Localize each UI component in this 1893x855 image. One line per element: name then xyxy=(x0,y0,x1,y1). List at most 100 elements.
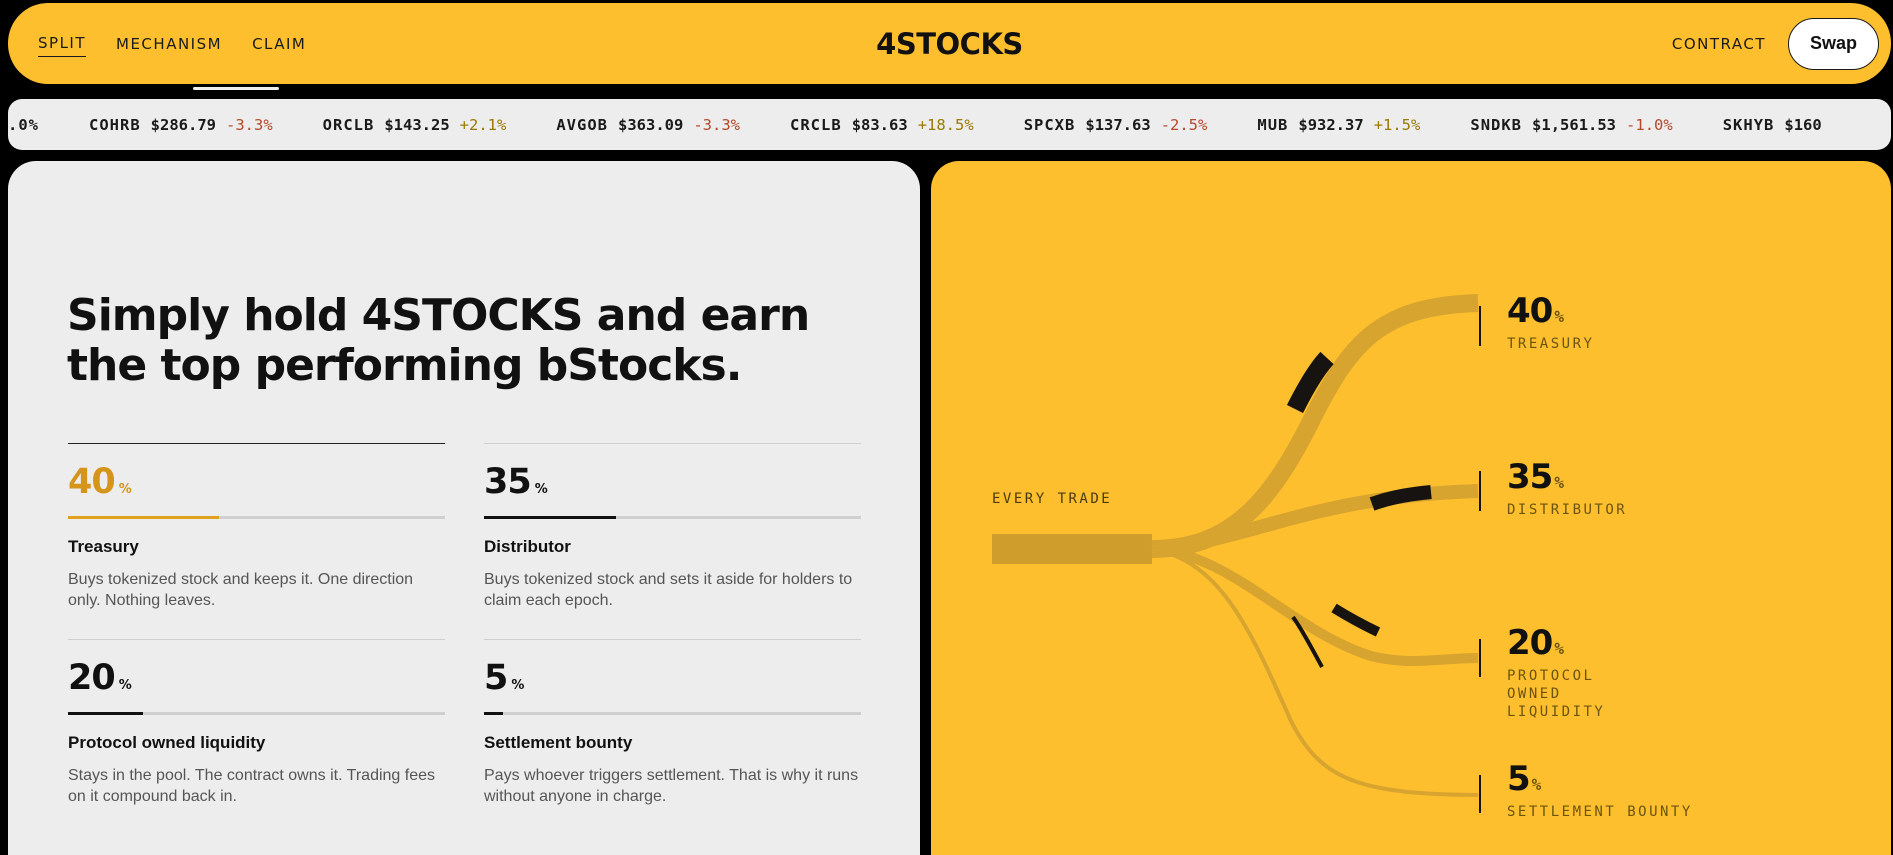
headline-line-2: the top performing bStocks. xyxy=(67,340,742,391)
share-bar-fill xyxy=(68,712,144,715)
share-bar xyxy=(68,516,445,519)
target-settlement-bounty: 5 % SETTLEMENT BOUNTY xyxy=(1507,759,1747,821)
stat-description: Buys tokenized stock and keeps it. One d… xyxy=(68,571,414,609)
ticker-price: $83.63 xyxy=(851,115,908,134)
target-value-row: 40 % xyxy=(1507,291,1747,331)
stat-description: Buys tokenized stock and sets it aside f… xyxy=(484,571,853,609)
stat-title: Distributor xyxy=(484,537,571,556)
share-bar xyxy=(68,712,445,715)
stat-unit: % xyxy=(534,482,548,497)
ticker-item[interactable]: CRCLB $83.63 +18.5% xyxy=(790,116,974,134)
ticker-change: -3.3% xyxy=(693,115,741,134)
headline-line-1: Simply hold 4STOCKS and earn xyxy=(67,290,810,341)
ticker-item[interactable]: MUB $932.37 +1.5% xyxy=(1257,116,1420,134)
pulse-protocol-owned-liquidity xyxy=(1331,603,1381,637)
stat-unit: % xyxy=(118,482,132,497)
target-label: DISTRIBUTOR xyxy=(1507,502,1628,518)
ticker-change: +18.5% xyxy=(917,115,974,134)
target-value: 35 xyxy=(1507,457,1553,497)
share-bar xyxy=(484,712,861,715)
source-bar xyxy=(992,534,1152,564)
stat-value-row: 40 % xyxy=(68,462,445,502)
target-unit: % xyxy=(1554,639,1564,658)
target-value-row: 35 % xyxy=(1507,457,1747,497)
stat-description: Pays whoever triggers settlement. That i… xyxy=(484,767,859,805)
ticker-change: +2.1% xyxy=(459,115,507,134)
ticker-symbol: MUB xyxy=(1257,115,1289,134)
stat-unit: % xyxy=(118,678,132,693)
ticker-price: $932.37 xyxy=(1298,115,1364,134)
nav-actions: CONTRACT Swap xyxy=(1672,3,1879,84)
ticker-symbol: AVGOB xyxy=(556,115,609,134)
ticker-symbol: SKHYB xyxy=(1722,115,1775,134)
ticker-price: $363.09 xyxy=(618,115,684,134)
ticker-change: -2.5% xyxy=(1160,115,1208,134)
ticker-item[interactable]: AVGOB $363.09 -3.3% xyxy=(556,116,740,134)
stat-value: 5 xyxy=(484,658,508,698)
ticker-item[interactable]: ORCLB $143.25 +2.1% xyxy=(323,116,507,134)
ticker-symbol: COHRB xyxy=(89,115,141,134)
ticker-symbol: SNDKB xyxy=(1470,115,1523,134)
ticker-change: -3.3% xyxy=(226,115,273,134)
stat-value: 20 xyxy=(68,658,116,698)
page-title: Simply hold 4STOCKS and earn the top per… xyxy=(67,291,827,391)
stat-protocol-owned-liquidity: 20 % Protocol owned liquidity Stays in t… xyxy=(68,639,445,807)
target-value: 20 xyxy=(1507,623,1553,663)
divider xyxy=(68,443,445,444)
stat-value: 35 xyxy=(484,462,532,502)
stat-value-row: 35 % xyxy=(484,462,861,502)
stat-value-row: 5 % xyxy=(484,658,861,698)
target-value-row: 5 % xyxy=(1507,759,1747,799)
target-value: 5 xyxy=(1507,759,1531,799)
divider xyxy=(68,639,445,640)
stat-treasury: 40 % Treasury Buys tokenized stock and k… xyxy=(68,443,445,611)
ticker-item[interactable]: SPCXB $137.63 -2.5% xyxy=(1024,116,1208,134)
top-nav: SPLIT MECHANISM CLAIM 4STOCKS CONTRACT S… xyxy=(8,3,1891,84)
target-value-row: 20 % xyxy=(1507,623,1657,663)
nav-link-mechanism[interactable]: MECHANISM xyxy=(116,31,222,57)
target-label: SETTLEMENT BOUNTY xyxy=(1507,804,1693,820)
scroll-indicator xyxy=(193,87,279,90)
source-label: EVERY TRADE xyxy=(992,491,1113,507)
target-unit: % xyxy=(1554,473,1564,492)
ticker-symbol: ORCLB xyxy=(322,115,375,134)
swap-button[interactable]: Swap xyxy=(1788,17,1879,70)
stat-value: 40 xyxy=(68,462,116,502)
nav-link-split[interactable]: SPLIT xyxy=(38,30,87,57)
ticker-item[interactable]: SKHYB $160 xyxy=(1723,116,1822,134)
share-bar-fill xyxy=(484,516,616,519)
ticker-symbol: CRCLB xyxy=(790,115,842,134)
target-treasury: 40 % TREASURY xyxy=(1507,291,1747,353)
stat-unit: % xyxy=(511,678,525,693)
divider xyxy=(484,639,861,640)
stat-settlement-bounty: 5 % Settlement bounty Pays whoever trigg… xyxy=(484,639,861,807)
flow-distributor xyxy=(1151,484,1479,556)
flow-diagram-panel: EVERY TRADE 40 % TREASURY 35 % DISTRIBUT… xyxy=(931,161,1891,855)
ticker-price: $286.79 xyxy=(150,115,216,134)
divider xyxy=(484,443,861,444)
flow-settlement-bounty xyxy=(1151,547,1479,797)
stat-value-row: 20 % xyxy=(68,658,445,698)
contract-link[interactable]: CONTRACT xyxy=(1672,31,1766,57)
target-unit: % xyxy=(1531,775,1542,794)
ticker-symbol: .0% xyxy=(8,115,39,134)
ticker-track: .0% COHRB $286.79 -3.3% ORCLB $143.25 +2.1% AVG… xyxy=(8,99,1872,150)
share-bar xyxy=(484,516,861,519)
stat-title: Settlement bounty xyxy=(484,733,633,752)
ticker-item[interactable]: .0% xyxy=(8,116,39,134)
nav-links: SPLIT MECHANISM CLAIM xyxy=(38,3,306,84)
ticker-price: $143.25 xyxy=(384,115,450,134)
stat-distributor: 35 % Distributor Buys tokenized stock an… xyxy=(484,443,861,611)
target-protocol-owned-liquidity: 20 % PROTOCOL OWNED LIQUIDITY xyxy=(1507,623,1657,721)
share-bar-fill xyxy=(68,516,219,519)
target-unit: % xyxy=(1554,307,1564,326)
share-bar-fill xyxy=(484,712,503,715)
ticker-item[interactable]: COHRB $286.79 -3.3% xyxy=(89,116,273,134)
ticker-item[interactable]: SNDKB $1,561.53 -1.0% xyxy=(1470,116,1672,134)
flow-protocol-owned-liquidity xyxy=(1151,544,1479,667)
ticker-change: -1.0% xyxy=(1626,115,1673,134)
ticker-price: $160 xyxy=(1784,115,1822,134)
target-label: TREASURY xyxy=(1507,336,1595,352)
nav-link-claim[interactable]: CLAIM xyxy=(252,31,306,57)
brand-logo[interactable]: 4STOCKS xyxy=(876,27,1023,61)
